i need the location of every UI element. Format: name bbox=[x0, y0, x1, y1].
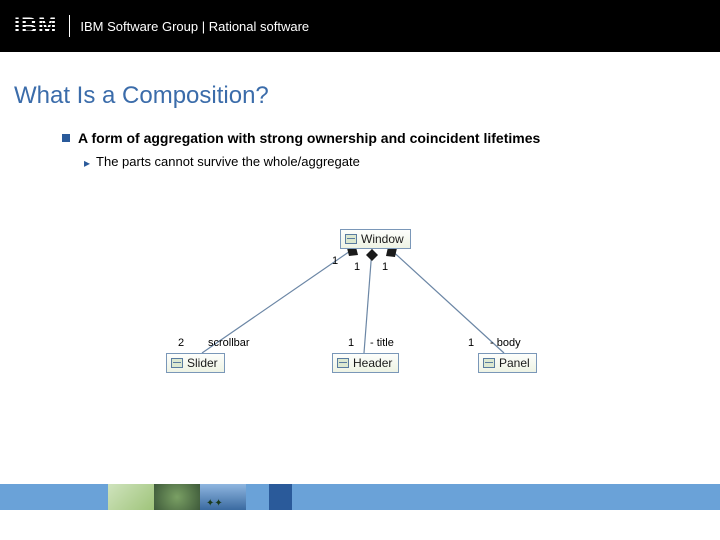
footer-tile bbox=[108, 484, 154, 510]
sub-bullet-text: The parts cannot survive the whole/aggre… bbox=[96, 154, 360, 169]
footer-tile bbox=[154, 484, 200, 510]
uml-diagram: Window 1 1 1 Slider 2 scrollbar Header 1… bbox=[160, 225, 560, 395]
header-bar: IBM IBM Software Group | Rational softwa… bbox=[0, 0, 720, 52]
multiplicity: 1 bbox=[382, 261, 388, 273]
class-icon bbox=[483, 358, 495, 368]
breadcrumb: IBM Software Group | Rational software bbox=[80, 19, 309, 34]
multiplicity: 1 bbox=[332, 255, 338, 267]
main-bullet-text: A form of aggregation with strong owners… bbox=[78, 130, 540, 146]
uml-class-slider: Slider bbox=[166, 353, 225, 373]
sub-bullet: ▸ The parts cannot survive the whole/agg… bbox=[62, 154, 720, 172]
multiplicity: 1 bbox=[348, 337, 354, 349]
multiplicity: 1 bbox=[354, 261, 360, 273]
content-area: A form of aggregation with strong owners… bbox=[0, 130, 720, 172]
role-name: - body bbox=[490, 337, 521, 349]
role-name: scrollbar bbox=[208, 337, 250, 349]
footer-tile bbox=[200, 484, 246, 510]
page-title: What Is a Composition? bbox=[0, 52, 720, 130]
class-icon bbox=[345, 234, 357, 244]
class-name: Slider bbox=[187, 356, 218, 370]
multiplicity: 2 bbox=[178, 337, 184, 349]
footer-tile bbox=[0, 484, 108, 510]
main-bullet: A form of aggregation with strong owners… bbox=[62, 130, 720, 146]
class-icon bbox=[171, 358, 183, 368]
multiplicity: 1 bbox=[468, 337, 474, 349]
square-bullet-icon bbox=[62, 134, 70, 142]
class-name: Window bbox=[361, 232, 404, 246]
class-name: Header bbox=[353, 356, 392, 370]
uml-class-panel: Panel bbox=[478, 353, 537, 373]
class-icon bbox=[337, 358, 349, 368]
footer-tile bbox=[292, 484, 720, 510]
footer-stripe bbox=[0, 484, 720, 510]
arrow-bullet-icon: ▸ bbox=[84, 154, 90, 172]
role-name: - title bbox=[370, 337, 394, 349]
divider bbox=[69, 15, 70, 37]
footer-tile bbox=[246, 484, 292, 510]
ibm-logo: IBM bbox=[14, 13, 55, 39]
uml-class-header: Header bbox=[332, 353, 399, 373]
uml-class-window: Window bbox=[340, 229, 411, 249]
class-name: Panel bbox=[499, 356, 530, 370]
